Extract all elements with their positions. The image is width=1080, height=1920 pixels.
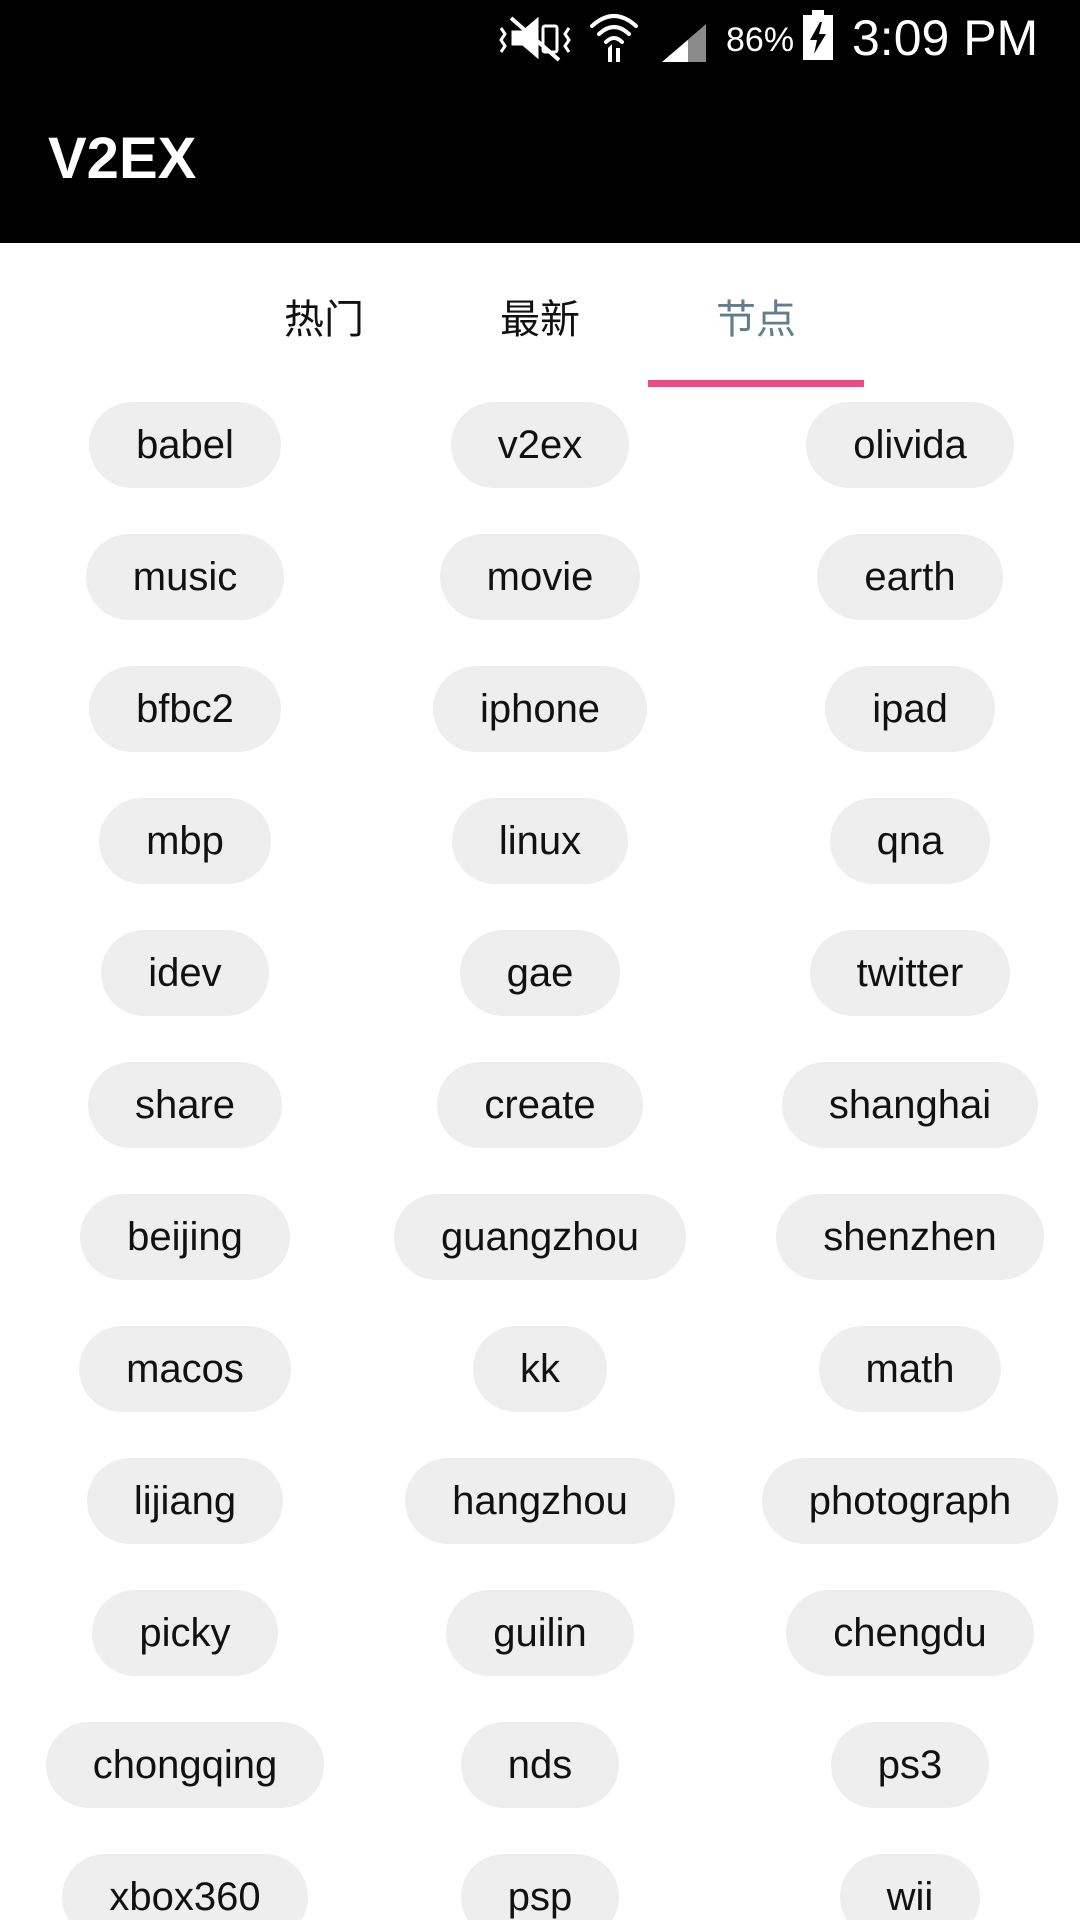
- node-chip[interactable]: lijiang: [86, 1458, 284, 1544]
- node-row: picky guilin chengdu: [0, 1576, 1080, 1708]
- node-chip[interactable]: shanghai: [781, 1062, 1039, 1148]
- mute-vibrate-icon: [499, 16, 571, 62]
- node-chip[interactable]: photograph: [761, 1458, 1059, 1544]
- node-chip[interactable]: chongqing: [45, 1722, 325, 1808]
- node-cell: macos: [0, 1312, 370, 1444]
- node-chip[interactable]: beijing: [80, 1194, 290, 1280]
- node-chip[interactable]: movie: [439, 534, 641, 620]
- app-title: V2EX: [48, 126, 197, 191]
- node-cell: movie: [355, 520, 725, 652]
- node-cell: chengdu: [725, 1576, 1080, 1708]
- node-cell: olivida: [725, 388, 1080, 520]
- node-chip[interactable]: music: [85, 534, 285, 620]
- node-chip[interactable]: xbox360: [62, 1854, 308, 1920]
- node-chip[interactable]: share: [87, 1062, 283, 1148]
- node-chip[interactable]: kk: [473, 1326, 607, 1412]
- node-row: mbp linux qna: [0, 784, 1080, 916]
- node-chip[interactable]: shenzhen: [776, 1194, 1044, 1280]
- node-cell: guilin: [355, 1576, 725, 1708]
- node-chip[interactable]: macos: [79, 1326, 291, 1412]
- node-chip[interactable]: qna: [829, 798, 991, 884]
- node-cell: psp: [355, 1840, 725, 1920]
- node-cell: babel: [0, 388, 370, 520]
- node-chip[interactable]: linux: [451, 798, 629, 884]
- node-chip[interactable]: bfbc2: [89, 666, 281, 752]
- node-cell: xbox360: [0, 1840, 370, 1920]
- node-chip[interactable]: psp: [460, 1854, 620, 1920]
- node-chip[interactable]: chengdu: [786, 1590, 1034, 1676]
- node-row: xbox360 psp wii: [0, 1840, 1080, 1920]
- node-row: macos kk math: [0, 1312, 1080, 1444]
- node-cell: create: [355, 1048, 725, 1180]
- node-cell: math: [725, 1312, 1080, 1444]
- node-cell: twitter: [725, 916, 1080, 1048]
- node-cell: idev: [0, 916, 370, 1048]
- node-row: lijiang hangzhou photograph: [0, 1444, 1080, 1576]
- node-chip[interactable]: create: [437, 1062, 643, 1148]
- wifi-icon: [590, 14, 638, 62]
- node-chip[interactable]: picky: [92, 1590, 278, 1676]
- tab-nodes[interactable]: 节点: [648, 243, 864, 388]
- node-row: babel v2ex olivida: [0, 388, 1080, 520]
- node-cell: earth: [725, 520, 1080, 652]
- node-row: bfbc2 iphone ipad: [0, 652, 1080, 784]
- node-chip[interactable]: olivida: [806, 402, 1014, 488]
- node-cell: bfbc2: [0, 652, 370, 784]
- node-cell: beijing: [0, 1180, 370, 1312]
- node-cell: mbp: [0, 784, 370, 916]
- app-bar: V2EX: [0, 75, 1080, 243]
- node-cell: shanghai: [725, 1048, 1080, 1180]
- node-grid: babel v2ex olivida music movie earth bfbc2 ipho…: [0, 388, 1080, 1920]
- node-chip[interactable]: mbp: [99, 798, 271, 884]
- tab-selected-indicator: [648, 380, 864, 387]
- node-cell: kk: [355, 1312, 725, 1444]
- node-chip[interactable]: twitter: [809, 930, 1011, 1016]
- node-row: chongqing nds ps3: [0, 1708, 1080, 1840]
- node-chip[interactable]: ipad: [825, 666, 995, 752]
- node-cell: ps3: [725, 1708, 1080, 1840]
- status-bar: 86% 3:09 PM: [0, 0, 1080, 75]
- node-cell: ipad: [725, 652, 1080, 784]
- node-cell: guangzhou: [355, 1180, 725, 1312]
- node-chip[interactable]: hangzhou: [405, 1458, 675, 1544]
- node-chip[interactable]: gae: [459, 930, 621, 1016]
- node-cell: wii: [725, 1840, 1080, 1920]
- node-cell: chongqing: [0, 1708, 370, 1840]
- node-row: music movie earth: [0, 520, 1080, 652]
- cell-signal-icon: [662, 24, 706, 62]
- battery-percentage: 86%: [726, 21, 795, 59]
- node-chip[interactable]: ps3: [830, 1722, 990, 1808]
- node-chip[interactable]: earth: [817, 534, 1003, 620]
- node-cell: photograph: [725, 1444, 1080, 1576]
- tab-bar: 热门 最新 节点: [0, 243, 1080, 388]
- node-cell: iphone: [355, 652, 725, 784]
- node-cell: linux: [355, 784, 725, 916]
- node-cell: gae: [355, 916, 725, 1048]
- tab-latest[interactable]: 最新: [432, 243, 648, 388]
- node-row: share create shanghai: [0, 1048, 1080, 1180]
- node-cell: lijiang: [0, 1444, 370, 1576]
- node-cell: hangzhou: [355, 1444, 725, 1576]
- node-chip[interactable]: nds: [460, 1722, 620, 1808]
- node-row: beijing guangzhou shenzhen: [0, 1180, 1080, 1312]
- status-time: 3:09 PM: [852, 10, 1039, 66]
- node-row: idev gae twitter: [0, 916, 1080, 1048]
- node-cell: share: [0, 1048, 370, 1180]
- node-cell: nds: [355, 1708, 725, 1840]
- node-cell: music: [0, 520, 370, 652]
- node-chip[interactable]: guilin: [446, 1590, 634, 1676]
- node-chip[interactable]: v2ex: [450, 402, 630, 488]
- node-cell: qna: [725, 784, 1080, 916]
- battery-charging-icon: [803, 10, 833, 60]
- node-chip[interactable]: wii: [839, 1854, 981, 1920]
- node-chip[interactable]: guangzhou: [394, 1194, 686, 1280]
- node-chip[interactable]: iphone: [432, 666, 648, 752]
- tab-hot[interactable]: 热门: [216, 243, 432, 388]
- node-chip[interactable]: idev: [101, 930, 269, 1016]
- node-cell: picky: [0, 1576, 370, 1708]
- node-cell: shenzhen: [725, 1180, 1080, 1312]
- node-cell: v2ex: [355, 388, 725, 520]
- node-chip[interactable]: babel: [89, 402, 281, 488]
- node-chip[interactable]: math: [818, 1326, 1002, 1412]
